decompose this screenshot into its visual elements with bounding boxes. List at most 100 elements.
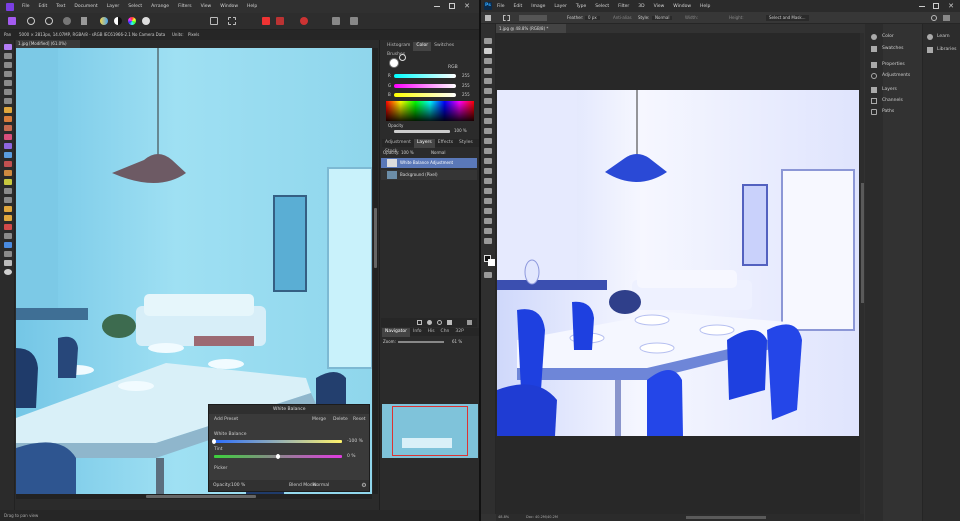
- canvas-vertical-scrollbar[interactable]: [373, 48, 378, 494]
- fill-color-swatch[interactable]: [389, 58, 399, 68]
- ps-menu-help[interactable]: Help: [700, 4, 710, 10]
- healing-tool-icon[interactable]: [4, 197, 12, 203]
- wb-slider-handle[interactable]: [212, 439, 216, 444]
- pen-tool-icon[interactable]: [4, 242, 12, 248]
- menu-help[interactable]: Help: [247, 4, 257, 10]
- view-tool-icon[interactable]: [4, 53, 12, 59]
- pixel-tool-icon[interactable]: [4, 125, 12, 131]
- layer-row-white-balance[interactable]: White Balance Adjustment: [381, 158, 477, 168]
- liquify-persona-icon[interactable]: [27, 17, 35, 25]
- b-slider[interactable]: [394, 93, 456, 97]
- r-value[interactable]: 255: [462, 74, 470, 78]
- menu-text[interactable]: Text: [56, 4, 65, 10]
- ps-swatches-icon[interactable]: [871, 46, 877, 52]
- wb-slider-track[interactable]: [214, 440, 342, 443]
- ps-eraser-icon[interactable]: [484, 148, 492, 154]
- ps-panel-adjustments[interactable]: Adjustments: [882, 73, 936, 79]
- ps-style-select[interactable]: Normal: [652, 16, 673, 20]
- ps-clone-stamp-icon[interactable]: [484, 128, 492, 134]
- ps-channels-icon[interactable]: [871, 98, 877, 104]
- wb-reset-button[interactable]: Reset: [353, 417, 366, 423]
- tab-layers[interactable]: Layers: [413, 139, 435, 148]
- ps-eyedropper-icon[interactable]: [484, 98, 492, 104]
- mask-icon[interactable]: [276, 17, 284, 25]
- ps-adjustments-icon[interactable]: [871, 73, 877, 79]
- inpainting-tool-icon[interactable]: [4, 215, 12, 221]
- ps-hand-icon[interactable]: [484, 228, 492, 234]
- ps-panel-libraries[interactable]: Libraries: [937, 47, 959, 53]
- ps-gradient-icon[interactable]: [484, 158, 492, 164]
- ps-brush-tool-icon[interactable]: [484, 118, 492, 124]
- menu-filters[interactable]: Filters: [178, 4, 192, 10]
- ps-marquee-tool-icon[interactable]: [484, 48, 492, 54]
- g-value[interactable]: 255: [462, 84, 470, 88]
- tab-32p[interactable]: 32P: [452, 328, 466, 337]
- layers-blend[interactable]: Normal: [431, 151, 445, 155]
- maximize-button[interactable]: [449, 3, 455, 9]
- tint-value[interactable]: 0 %: [347, 454, 356, 460]
- menu-select[interactable]: Select: [128, 4, 142, 10]
- ps-panel-channels[interactable]: Channels: [882, 98, 936, 104]
- vscroll-thumb[interactable]: [374, 208, 377, 268]
- wb-value[interactable]: -100 %: [347, 439, 363, 445]
- move-tool-icon[interactable]: [4, 44, 12, 50]
- selection-brush-icon[interactable]: [4, 71, 12, 77]
- tone-map-persona-icon[interactable]: [63, 17, 71, 25]
- tab-effects[interactable]: Effects: [435, 139, 456, 148]
- ps-marquee-option-icon[interactable]: [503, 15, 510, 21]
- flood-select-icon[interactable]: [4, 80, 12, 86]
- ps-panel-properties[interactable]: Properties: [882, 62, 936, 68]
- ps-history-brush-icon[interactable]: [484, 138, 492, 144]
- ps-menu-window[interactable]: Window: [673, 4, 691, 10]
- r-slider[interactable]: [394, 74, 456, 78]
- tab-navigator[interactable]: Navigator: [382, 328, 411, 337]
- tab-adjustment[interactable]: Adjustment: [382, 139, 414, 148]
- selection-icon[interactable]: [228, 17, 236, 25]
- zoom-tool-icon[interactable]: [4, 269, 12, 275]
- minimize-button[interactable]: [434, 6, 440, 7]
- menu-view[interactable]: View: [201, 4, 212, 10]
- develop-persona-icon[interactable]: [45, 17, 53, 25]
- navigator-preview[interactable]: [382, 404, 478, 458]
- ps-maximize-button[interactable]: [933, 3, 939, 9]
- canvas-horizontal-scrollbar[interactable]: [16, 494, 372, 499]
- ps-canvas[interactable]: [497, 90, 859, 436]
- layer-add-icon[interactable]: [417, 320, 422, 325]
- ps-hscroll-thumb[interactable]: [686, 516, 766, 519]
- color-picker-icon[interactable]: [4, 107, 12, 113]
- tab-switches[interactable]: Switches: [431, 42, 457, 51]
- paint-brush-icon[interactable]: [4, 116, 12, 122]
- ps-panel-layers[interactable]: Layers: [882, 87, 936, 93]
- ps-zoom-icon[interactable]: [484, 238, 492, 244]
- navigator-zoom-slider[interactable]: [398, 341, 444, 343]
- tab-color[interactable]: Color: [413, 42, 432, 51]
- ps-workspace-icon[interactable]: [943, 15, 950, 21]
- wb-picker-button[interactable]: Picker: [214, 466, 227, 472]
- menu-edit[interactable]: Edit: [39, 4, 48, 10]
- doc-tab[interactable]: 1.jpg [Modified] (61.0%): [16, 40, 80, 48]
- navigator-view-rect[interactable]: [392, 406, 468, 456]
- gradient-tool-icon[interactable]: [4, 152, 12, 158]
- ps-menu-file[interactable]: File: [497, 4, 505, 10]
- tab-info[interactable]: Info: [410, 328, 425, 337]
- layer-mask-icon[interactable]: [427, 320, 432, 325]
- wb-opacity[interactable]: 100 %: [231, 483, 245, 489]
- transform-icon[interactable]: [210, 17, 218, 25]
- ps-frame-tool-icon[interactable]: [484, 88, 492, 94]
- freehand-select-icon[interactable]: [4, 98, 12, 104]
- menu-file[interactable]: File: [22, 4, 30, 10]
- clone-tool-icon[interactable]: [4, 188, 12, 194]
- ps-type-icon[interactable]: [484, 198, 492, 204]
- shape-tool-icon[interactable]: [4, 251, 12, 257]
- burn-tool-icon[interactable]: [4, 170, 12, 176]
- ps-move-tool-icon[interactable]: [484, 38, 492, 44]
- context-units[interactable]: Pixels: [188, 33, 199, 37]
- red-eye-tool-icon[interactable]: [4, 224, 12, 230]
- ps-menu-view[interactable]: View: [654, 4, 665, 10]
- erase-brush-icon[interactable]: [4, 134, 12, 140]
- ps-healing-brush-icon[interactable]: [484, 108, 492, 114]
- assistant-icon[interactable]: [332, 17, 340, 25]
- ps-feather-input[interactable]: 0 px: [585, 16, 600, 20]
- ps-search-icon[interactable]: [931, 15, 937, 21]
- wb-settings-icon[interactable]: ⚙: [361, 483, 367, 489]
